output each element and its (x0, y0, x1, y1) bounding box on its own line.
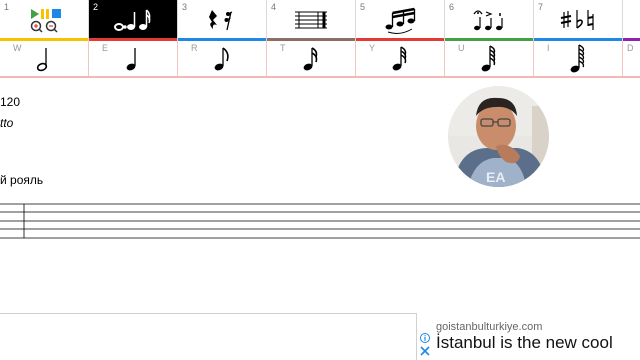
duration-sixteenth[interactable]: T (267, 41, 356, 76)
measure-bars-icon (295, 11, 327, 29)
palette-group-6[interactable]: 6 (445, 0, 534, 41)
duration-half[interactable]: W (0, 41, 89, 76)
palette-group-1[interactable]: 1 (0, 0, 89, 41)
svg-text:EA: EA (486, 169, 505, 185)
webcam-avatar: EA (448, 86, 549, 187)
notes-dots-icon (114, 9, 151, 31)
tempo-marking[interactable]: 120 (0, 95, 20, 109)
duration-thirty-second[interactable]: Y (356, 41, 445, 76)
accidentals-icon (560, 10, 594, 30)
thirty-second-note-icon (392, 46, 407, 71)
palette-group-8[interactable] (623, 0, 640, 41)
palette-groups: 1 2 3 4 5 6 7 (0, 0, 640, 41)
duration-palette: W E R T Y U I D (0, 41, 640, 78)
duration-more[interactable]: D (623, 41, 640, 76)
duration-sixty-fourth[interactable]: U (445, 41, 534, 76)
eighth-note-icon (214, 47, 229, 71)
palette-group-3[interactable]: 3 (178, 0, 267, 41)
quarter-note-icon (126, 48, 136, 71)
half-note-icon (36, 48, 48, 72)
articulations-icon (473, 10, 503, 31)
ad-headline[interactable]: İstanbul is the new cool (436, 333, 613, 353)
advertisement-banner[interactable]: goistanbulturkiye.com İstanbul is the ne… (417, 313, 640, 360)
ad-image-area[interactable] (0, 313, 417, 360)
expression-marking[interactable]: tto (0, 116, 13, 130)
palette-group-7[interactable]: 7 (534, 0, 623, 41)
playback-zoom-icon (30, 9, 61, 33)
duration-eighth[interactable]: R (178, 41, 267, 76)
ad-domain[interactable]: goistanbulturkiye.com (436, 321, 542, 333)
ad-close-icon[interactable] (420, 346, 430, 356)
palette-group-5[interactable]: 5 (356, 0, 445, 41)
ad-info-icon[interactable] (420, 333, 430, 343)
instrument-name[interactable]: й рояль (0, 173, 43, 187)
shortcut-key: D (627, 43, 634, 53)
staff[interactable] (0, 203, 640, 239)
hundred-twenty-eighth-note-icon (570, 44, 585, 73)
sixty-fourth-note-icon (481, 45, 496, 72)
rests-icon (209, 10, 233, 31)
sixteenth-note-icon (303, 47, 318, 71)
duration-hundred-twenty-eighth[interactable]: I (534, 41, 623, 76)
duration-quarter[interactable]: E (89, 41, 178, 76)
palette-group-4[interactable]: 4 (267, 0, 356, 41)
palette-group-2[interactable]: 2 (89, 0, 178, 41)
beams-tuplets-icon (385, 7, 416, 34)
